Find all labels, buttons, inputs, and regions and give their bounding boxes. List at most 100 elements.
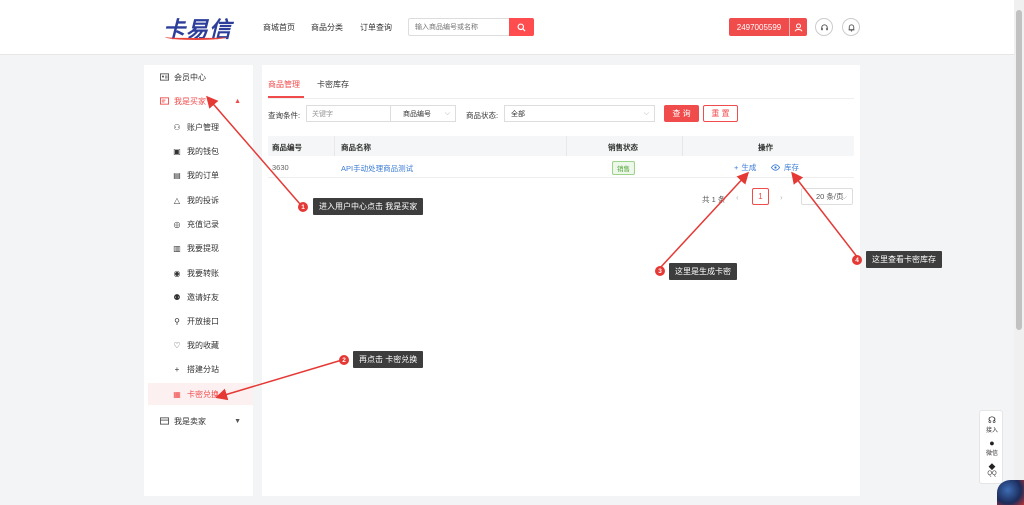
tab-card-stock[interactable]: 卡密库存 — [317, 79, 349, 90]
stock-button[interactable]: 库存 — [771, 162, 799, 173]
sidebar-item-label: 我的投诉 — [187, 195, 219, 205]
warning-icon: △ — [173, 195, 181, 205]
transfer-icon: ◉ — [173, 268, 181, 278]
nav-home[interactable]: 商城首页 — [263, 22, 295, 33]
generate-label: 生成 — [741, 163, 757, 172]
callout-1: 进入用户中心点击 我是买家 — [313, 198, 424, 215]
chevron-down-icon: ⌵ — [444, 110, 450, 117]
plus-icon: + — [734, 163, 739, 172]
sidebar-buyer-label: 我是买家 — [174, 96, 206, 106]
sidebar-item-label: 充值记录 — [187, 219, 219, 229]
search-button[interactable] — [509, 18, 534, 36]
store-icon — [159, 416, 169, 426]
card-redeem-icon: ▦ — [173, 389, 181, 399]
sidebar-item-favorites[interactable]: ♡ 我的收藏 — [144, 334, 253, 356]
plus-icon: + — [174, 364, 180, 374]
bell-icon[interactable] — [842, 18, 860, 36]
user-icon-button[interactable] — [789, 18, 807, 36]
id-card-icon — [159, 72, 169, 82]
sidebar-member-center[interactable]: 会员中心 — [144, 66, 253, 88]
step-badge-3: 3 — [655, 266, 665, 276]
status-select[interactable]: 全部 ⌵ — [504, 105, 655, 122]
callout-3: 这里是生成卡密 — [669, 263, 737, 280]
query-button[interactable]: 查 询 — [664, 105, 699, 122]
withdraw-icon: ▥ — [173, 243, 181, 253]
page-size-select[interactable]: 20 条/页 ⌵ — [801, 188, 853, 205]
page-scrollbar[interactable] — [1014, 0, 1024, 505]
nav-categories[interactable]: 商品分类 — [311, 22, 343, 33]
nav-order-query[interactable]: 订单查询 — [360, 22, 392, 33]
pager-prev-icon[interactable]: ‹ — [736, 193, 739, 202]
logo-swoosh — [165, 34, 227, 40]
sidebar-item-label: 我的收藏 — [187, 340, 219, 350]
pager-total: 共 1 条 — [702, 195, 726, 204]
headset-icon[interactable] — [815, 18, 833, 36]
reset-button[interactable]: 重 置 — [703, 105, 738, 122]
heart-icon: ♡ — [173, 340, 181, 350]
table-row: 3630 API手动处理商品测试 销售 + 生成 库存 — [268, 156, 854, 178]
link-icon: ⚲ — [174, 316, 180, 326]
sidebar-item-wallet[interactable]: ▣ 我的钱包 — [144, 140, 253, 162]
field-select-value: 商品编号 — [403, 110, 431, 118]
col-header-id: 商品编号 — [272, 143, 302, 152]
status-select-value: 全部 — [511, 110, 525, 118]
field-select[interactable]: 商品编号 ⌵ — [390, 105, 456, 122]
top-header: 卡易信 商城首页 商品分类 订单查询 2497005599 — [0, 0, 1014, 55]
user-icon: ⚇ — [173, 122, 181, 132]
wechat-icon: ● — [989, 438, 995, 448]
sidebar-item-complaints[interactable]: △ 我的投诉 — [144, 189, 253, 211]
eye-icon — [771, 164, 780, 171]
status-badge: 销售 — [612, 161, 635, 175]
sidebar-item-transfer[interactable]: ◉ 我要转账 — [144, 262, 253, 284]
sidebar-item-substation[interactable]: + 搭建分站 — [144, 358, 253, 380]
chevron-up-icon: ▲ — [234, 97, 241, 105]
headset-icon: ☊ — [988, 415, 996, 425]
sidebar-item-invite[interactable]: ⚉ 邀请好友 — [144, 286, 253, 308]
sidebar: 会员中心 我是买家 ▲ ⚇ 账户管理 ▣ 我的钱包 ▤ 我的订单 △ 我的投诉 ◎ 充值记… — [144, 65, 253, 496]
sidebar-item-api[interactable]: ⚲ 开放接口 — [144, 310, 253, 332]
float-qq[interactable]: ◆ QQ — [980, 461, 1004, 477]
qq-icon: ◆ — [988, 461, 996, 471]
sidebar-seller-label: 我是卖家 — [174, 416, 206, 426]
float-connect[interactable]: ☊ 接入 — [980, 415, 1004, 434]
keyword-input[interactable]: 关键字 — [306, 105, 391, 122]
sidebar-item-recharge[interactable]: ◎ 充值记录 — [144, 213, 253, 235]
float-wechat-label: 微信 — [985, 451, 998, 457]
pager-next-icon[interactable]: › — [780, 193, 783, 202]
col-header-ops: 操作 — [758, 143, 773, 152]
user-icon — [794, 22, 803, 31]
pager-page-1[interactable]: 1 — [752, 188, 769, 205]
cell-product-name[interactable]: API手动处理商品测试 — [341, 163, 413, 174]
document-icon: ▤ — [173, 170, 181, 180]
float-contact-bar: ☊ 接入 ● 微信 ◆ QQ — [979, 410, 1003, 484]
col-divider — [566, 136, 567, 156]
sidebar-item-label: 我的订单 — [187, 170, 219, 180]
chevron-down-icon: ▼ — [234, 417, 241, 425]
search-icon — [517, 22, 526, 32]
page-size-value: 20 条/页 — [816, 192, 844, 201]
sidebar-seller-group[interactable]: 我是卖家 ▼ — [144, 410, 253, 432]
generate-button[interactable]: + 生成 — [734, 162, 756, 173]
users-icon: ⚉ — [173, 292, 181, 302]
tab-divider — [268, 98, 854, 99]
sidebar-item-label: 邀请好友 — [187, 292, 219, 302]
sidebar-item-account[interactable]: ⚇ 账户管理 — [144, 116, 253, 138]
col-header-name: 商品名称 — [341, 143, 371, 152]
tab-product-management[interactable]: 商品管理 — [268, 79, 300, 90]
sidebar-item-withdraw[interactable]: ▥ 我要提现 — [144, 237, 253, 259]
user-id-button[interactable]: 2497005599 — [729, 18, 789, 36]
scroll-thumb[interactable] — [1016, 10, 1022, 330]
sidebar-member-center-label: 会员中心 — [174, 72, 206, 82]
step-badge-2: 2 — [339, 355, 349, 365]
cell-product-id: 3630 — [272, 163, 289, 172]
col-divider — [334, 136, 335, 156]
search-input[interactable] — [408, 18, 510, 36]
sidebar-item-label: 账户管理 — [187, 122, 219, 132]
filter-label: 查询条件: — [268, 111, 301, 120]
callout-2: 再点击 卡密兑换 — [353, 351, 424, 368]
sidebar-item-orders[interactable]: ▤ 我的订单 — [144, 164, 253, 186]
float-wechat[interactable]: ● 微信 — [980, 438, 1004, 457]
sidebar-item-card-redeem[interactable]: ▦ 卡密兑换 — [148, 383, 253, 405]
sidebar-buyer-group[interactable]: 我是买家 ▲ — [144, 90, 253, 112]
avatar[interactable] — [997, 480, 1024, 505]
